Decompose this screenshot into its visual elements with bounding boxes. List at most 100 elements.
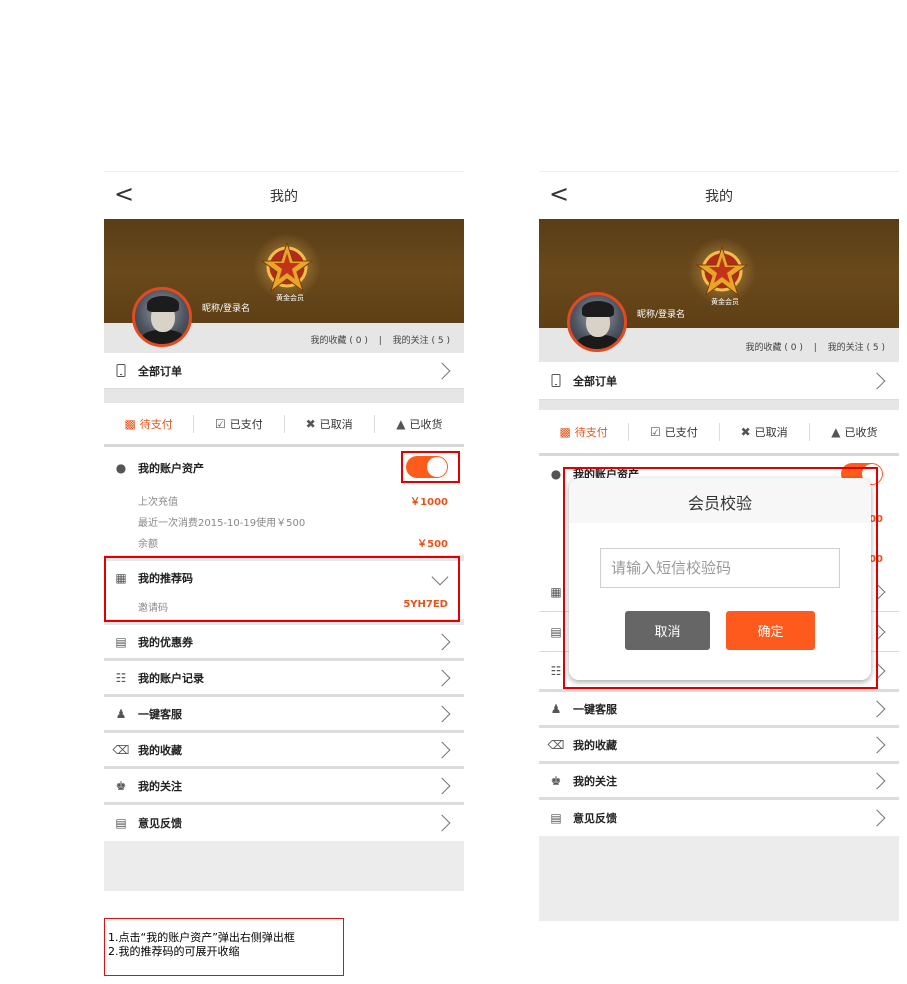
chevron-right-icon (433, 362, 451, 379)
confirm-button[interactable]: 确定 (726, 611, 815, 650)
customer-service-icon: ♟ (115, 706, 127, 721)
referral-section: ▦ 我的推荐码 邀请码 5YH7ED (104, 561, 464, 625)
stats-separator: | (378, 336, 382, 346)
account-assets-label: 我的账户资产 (138, 462, 204, 475)
menu-item-follows[interactable]: ♚ 我的关注 (539, 764, 899, 800)
footer-area (539, 836, 899, 921)
grid-list-icon: ▦ (115, 571, 127, 585)
menu-item-favorites[interactable]: ⌫ 我的收藏 (539, 728, 899, 764)
tab-pending-payment[interactable]: ▩ 待支付 (104, 414, 195, 433)
menu-item-customer-service[interactable]: ♟ 一键客服 (104, 697, 464, 733)
chevron-down-icon[interactable] (431, 568, 449, 586)
menu-item-label: 我的收藏 (138, 743, 182, 757)
thumb-up-icon: ▲ (396, 416, 406, 431)
assets-toggle[interactable] (406, 456, 448, 478)
balance-value: ￥500 (417, 539, 448, 550)
last-spend-row: 最近一次消费2015-10-19使用￥500 (104, 510, 464, 531)
stats-separator: | (813, 343, 817, 353)
wallet-icon: ▩ (124, 416, 136, 431)
follows-count[interactable]: 我的关注 ( 5 ) (393, 336, 450, 346)
profile-stats: 我的收藏 ( 0 ) | 我的关注 ( 5 ) (746, 340, 885, 353)
last-spend-text: 最近一次消费2015-10-19使用￥500 (138, 518, 306, 529)
footer-area (104, 841, 464, 891)
menu-item-label: 我的优惠券 (138, 635, 193, 649)
tab-paid[interactable]: ☑ 已支付 (194, 414, 285, 433)
dialog-body: 取消 确定 (569, 523, 871, 680)
tab-label: 已收货 (844, 425, 878, 439)
tab-received[interactable]: ▲ 已收货 (810, 423, 899, 441)
avatar[interactable] (132, 287, 192, 347)
follows-count[interactable]: 我的关注 ( 5 ) (828, 343, 885, 353)
order-status-tabs: ▩ 待支付 ☑ 已支付 ✖ 已取消 ▲ 已收货 (104, 403, 464, 447)
phone-icon (549, 374, 563, 388)
nickname[interactable]: 昵称/登录名 (637, 307, 685, 320)
vip-level-label: 黄金会员 (276, 294, 304, 302)
sms-code-input[interactable] (600, 548, 840, 588)
menu-item-coupons[interactable]: ▤ 我的优惠券 (104, 625, 464, 661)
tab-paid[interactable]: ☑ 已支付 (629, 422, 720, 441)
invite-code-value: 5YH7ED (403, 599, 448, 610)
chevron-right-icon (433, 633, 451, 650)
wallet-icon: ▩ (559, 424, 571, 439)
chevron-right-icon (868, 736, 886, 753)
menu-item-label: 我的关注 (138, 779, 182, 793)
menu-item-customer-service[interactable]: ♟ 一键客服 (539, 692, 899, 728)
thumb-up-icon: ▲ (831, 424, 841, 439)
tab-cancelled[interactable]: ✖ 已取消 (720, 422, 810, 441)
tab-pending-payment[interactable]: ▩ 待支付 (539, 422, 630, 441)
tab-label: 已取消 (319, 417, 353, 431)
invite-code-row: 邀请码 5YH7ED (104, 595, 464, 619)
tab-label: 已支付 (229, 417, 263, 431)
money-bag-icon: ● (115, 461, 127, 475)
chevron-right-icon (433, 669, 451, 686)
gold-star-icon (688, 237, 756, 305)
member-verification-dialog: 会员校验 取消 确定 (569, 478, 871, 680)
note-line-1: 1.点击“我的账户资产”弹出右侧弹出框 (108, 931, 295, 944)
favorites-count[interactable]: 我的收藏 ( 0 ) (311, 336, 368, 346)
menu-item-feedback[interactable]: ▤ 意见反馈 (539, 800, 899, 836)
menu-item-label: 我的收藏 (573, 738, 617, 752)
chevron-right-icon (868, 372, 886, 389)
right-screen: < 我的 黄金会员 昵称/登录名 我的收藏 ( 0 ) | 我的关注 ( 5 )… (539, 171, 899, 921)
avatar[interactable] (567, 292, 627, 352)
all-orders-row[interactable]: 全部订单 (104, 353, 464, 389)
tab-label: 待支付 (139, 417, 173, 431)
cancel-circle-icon: ✖ (305, 416, 316, 431)
page-title: 我的 (705, 189, 733, 205)
tab-cancelled[interactable]: ✖ 已取消 (285, 414, 375, 433)
feedback-icon: ▤ (550, 811, 562, 825)
chevron-right-icon (868, 700, 886, 717)
tab-received[interactable]: ▲ 已收货 (375, 415, 464, 433)
menu-item-favorites[interactable]: ⌫ 我的收藏 (104, 733, 464, 769)
menu-item-account-records[interactable]: ☷ 我的账户记录 (104, 661, 464, 697)
tab-label: 已收货 (409, 417, 443, 431)
cart-icon: ⌫ (547, 737, 565, 752)
top-bar: < 我的 (539, 171, 899, 219)
vip-level-label: 黄金会员 (711, 298, 739, 306)
last-recharge-row: 上次充值 ￥1000 (104, 489, 464, 510)
cancel-circle-icon: ✖ (740, 424, 751, 439)
crown-icon: ♚ (550, 773, 562, 788)
menu-item-label: 我的账户记录 (138, 671, 204, 685)
menu-item-follows[interactable]: ♚ 我的关注 (104, 769, 464, 805)
invite-code-label: 邀请码 (138, 603, 168, 614)
favorites-count[interactable]: 我的收藏 ( 0 ) (746, 343, 803, 353)
annotation-note: 1.点击“我的账户资产”弹出右侧弹出框 2.我的推荐码的可展开收缩 (104, 918, 344, 976)
notebook-icon: ☷ (115, 670, 127, 685)
referral-label: 我的推荐码 (138, 572, 193, 585)
menu-item-feedback[interactable]: ▤ 意见反馈 (104, 805, 464, 841)
chevron-right-icon (868, 623, 886, 640)
balance-label: 余额 (138, 539, 158, 550)
referral-row[interactable]: ▦ 我的推荐码 (104, 561, 464, 595)
dialog-title: 会员校验 (687, 494, 752, 513)
section-gap (104, 389, 464, 403)
customer-service-icon: ♟ (550, 701, 562, 716)
account-assets-row[interactable]: ● 我的账户资产 (104, 447, 464, 489)
grid-list-icon: ▦ (550, 584, 562, 599)
all-orders-row[interactable]: 全部订单 (539, 362, 899, 400)
menu-item-label: 一键客服 (573, 702, 617, 716)
tab-label: 已取消 (754, 425, 788, 439)
nickname[interactable]: 昵称/登录名 (202, 301, 250, 314)
gold-star-icon (253, 233, 321, 301)
cancel-button[interactable]: 取消 (625, 611, 710, 650)
